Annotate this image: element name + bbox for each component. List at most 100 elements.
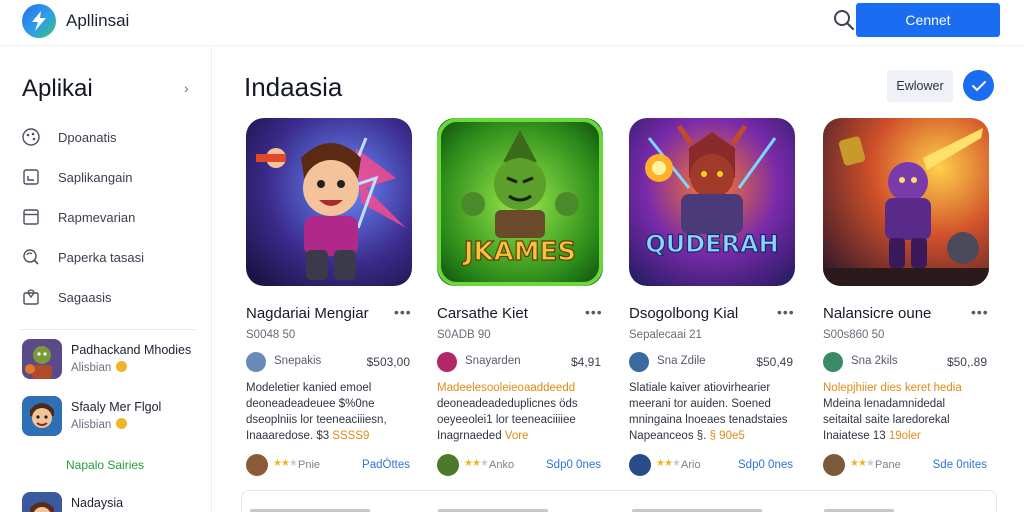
- developer-name[interactable]: Sna Zdile: [657, 355, 706, 367]
- calendar-icon: [20, 206, 42, 228]
- app-thumbnail: [22, 492, 62, 512]
- star-rating-icon: ★★★: [850, 458, 875, 469]
- developer-name[interactable]: Snepakis: [274, 355, 321, 367]
- shopping-bag-icon: [20, 286, 42, 308]
- sidebar-app-name: Sfaaly Mer Flgol: [71, 400, 162, 414]
- sidebar-item-sagaasis[interactable]: Sagaasis: [20, 283, 200, 311]
- rating-label: Anko: [489, 459, 515, 471]
- page-title: Indaasia: [244, 72, 343, 102]
- sidebar-item-dpoanatis[interactable]: Dpoanatis: [20, 123, 200, 151]
- sidebar-item-label: Saplikangain: [58, 169, 133, 185]
- sidebar-title: Aplikai: [22, 75, 93, 102]
- price: $50,49: [756, 355, 793, 369]
- sidebar-item-label: Sagaasis: [58, 289, 112, 305]
- card-footer: ★★★ Anko Sdp0 0nes: [437, 454, 609, 476]
- developer-row: Sna Zdile $50,49: [629, 352, 793, 372]
- cover-title-text: JKAMES: [462, 237, 576, 267]
- price: $503,00: [366, 355, 410, 369]
- chevron-right-icon[interactable]: ›: [184, 80, 189, 96]
- rating-label: Ario: [681, 459, 701, 471]
- app-name[interactable]: Nalansicre oune: [823, 305, 931, 322]
- sidebar-app-sub: Alisbian: [71, 361, 128, 374]
- app-name[interactable]: Nagdariai Mengiar: [246, 305, 369, 322]
- price: $50,.89: [946, 355, 987, 369]
- sidebar-item-paperka-tasasi[interactable]: Paperka tasasi: [20, 243, 200, 271]
- rating-label: Pnie: [298, 459, 321, 471]
- app-description: Nolepjhiier dies keret hedia Mdeina lena…: [823, 382, 962, 442]
- sidebar-app-name: Nadaysia: [71, 496, 124, 510]
- sidebar-app-name: Padhackand Mhodies: [71, 343, 192, 357]
- sidebar-item-label: Dpoanatis: [58, 129, 117, 145]
- app-thumbnail: [22, 396, 62, 436]
- app-card: Nalansicre oune ••• S00s860 50 Sna 2kils…: [823, 118, 999, 488]
- sidebar-item-rapmevarian[interactable]: Rapmevarian: [20, 203, 200, 231]
- rating-label: Pane: [875, 459, 901, 471]
- sidebar-app-item[interactable]: Padhackand Mhodies Alisbian: [22, 339, 202, 381]
- search-icon[interactable]: [833, 9, 855, 31]
- palette-icon: [20, 126, 42, 148]
- sidebar-app-item[interactable]: Nadaysia: [22, 492, 202, 512]
- bottom-panel: [241, 490, 997, 512]
- developer-row: Sna 2kils $50,.89: [823, 352, 987, 372]
- sidebar-item-label: Paperka tasasi: [58, 249, 144, 265]
- details-link[interactable]: Sde 0nites: [933, 459, 987, 471]
- app-name[interactable]: Carsathe Kiet: [437, 305, 528, 322]
- see-more-link[interactable]: Napalo Sairies: [66, 458, 144, 472]
- developer-avatar: [629, 352, 649, 372]
- sidebar-app-sub: Alisbian: [71, 418, 128, 431]
- sidebar-app-item[interactable]: Sfaaly Mer Flgol Alisbian: [22, 396, 202, 438]
- card-footer: ★★★ Pnie PadÓttes: [246, 454, 418, 476]
- app-card: Nagdariai Mengiar ••• S0048 50 Snepakis …: [246, 118, 422, 488]
- details-link[interactable]: Sdp0 0nes: [738, 459, 793, 471]
- download-box-icon: [20, 166, 42, 188]
- app-description: Modeletier kanied emoel deoneadeadeuee $…: [246, 382, 387, 442]
- developer-avatar: [437, 352, 457, 372]
- refresh-search-icon: [20, 246, 42, 268]
- developer-name[interactable]: Sna 2kils: [851, 355, 898, 367]
- developer-avatar: [246, 352, 266, 372]
- reviewer-avatar: [437, 454, 459, 476]
- reviewer-avatar: [823, 454, 845, 476]
- brand-name: Apllinsai: [66, 11, 130, 30]
- app-logo-icon[interactable]: [22, 4, 56, 38]
- card-footer: ★★★ Ario Sdp0 0nes: [629, 454, 801, 476]
- more-options-icon[interactable]: •••: [585, 304, 603, 320]
- connect-button[interactable]: Cennet: [856, 3, 1000, 37]
- app-subtitle: S0048 50: [246, 329, 296, 341]
- developer-row: Snayarden $4,91: [437, 352, 601, 372]
- more-options-icon[interactable]: •••: [394, 304, 412, 320]
- filter-button[interactable]: Ewlower: [887, 70, 953, 102]
- reviewer-avatar: [246, 454, 268, 476]
- app-cover-image[interactable]: [246, 118, 412, 286]
- developer-avatar: [823, 352, 843, 372]
- sidebar-item-label: Rapmevarian: [58, 209, 136, 225]
- app-card: JKAMES Carsathe Kiet ••• S0ADB 90 Snayar…: [437, 118, 613, 488]
- app-cover-image[interactable]: QUDERAH: [629, 118, 795, 286]
- more-options-icon[interactable]: •••: [777, 304, 795, 320]
- details-link[interactable]: Sdp0 0nes: [546, 459, 601, 471]
- badge-coin-icon: [116, 361, 128, 372]
- card-footer: ★★★ Pane Sde 0nites: [823, 454, 995, 476]
- check-icon[interactable]: [963, 70, 994, 101]
- app-description: Slatiale kaiver atiovirhearier meerani t…: [629, 382, 788, 442]
- app-cover-image[interactable]: [823, 118, 989, 286]
- more-options-icon[interactable]: •••: [971, 304, 989, 320]
- cover-title-text: QUDERAH: [645, 230, 778, 258]
- star-rating-icon: ★★★: [273, 458, 298, 469]
- star-rating-icon: ★★★: [656, 458, 681, 469]
- developer-row: Snepakis $503,00: [246, 352, 410, 372]
- app-description: Madeelesooleieoaaddeedd deoneadeadedupli…: [437, 382, 578, 442]
- app-name[interactable]: Dsogolbong Kial: [629, 305, 738, 322]
- sidebar-item-saplikangain[interactable]: Saplikangain: [20, 163, 200, 191]
- details-link[interactable]: PadÓttes: [362, 459, 410, 471]
- app-subtitle: S0ADB 90: [437, 329, 491, 341]
- app-thumbnail: [22, 339, 62, 379]
- sidebar: Aplikai › Dpoanatis Saplikangain Rapmeva…: [0, 47, 212, 512]
- reviewer-avatar: [629, 454, 651, 476]
- app-subtitle: Sepalecaai 21: [629, 329, 702, 341]
- star-rating-icon: ★★★: [464, 458, 489, 469]
- app-cover-image[interactable]: JKAMES: [437, 118, 603, 286]
- badge-coin-icon: [116, 418, 128, 429]
- developer-name[interactable]: Snayarden: [465, 355, 521, 367]
- sidebar-divider: [20, 329, 196, 330]
